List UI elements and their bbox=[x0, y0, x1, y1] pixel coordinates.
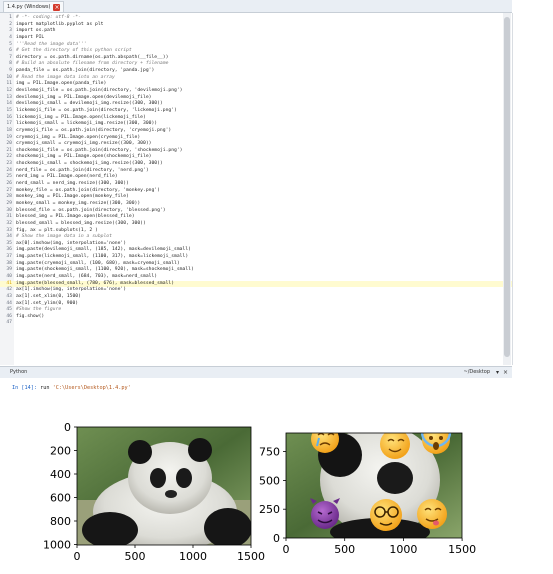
code-line[interactable]: 1 # -*- coding: utf-8 -*- bbox=[0, 15, 512, 22]
tick-label: 400 bbox=[50, 468, 71, 481]
tick-label: 0 bbox=[74, 550, 81, 563]
code-line[interactable]: 17 lickemoji_small = lickemoji_img.resize… bbox=[0, 121, 512, 128]
code-line[interactable]: 20 cryemoji_small = cryemoji_img.resize((… bbox=[0, 141, 512, 148]
code-line[interactable]: 40 img.paste(nerd_small, (684, 703), mask… bbox=[0, 274, 512, 281]
console-prompt-line: In [14]: run 'C:\Users\Desktop\1.4.py' bbox=[12, 385, 131, 391]
code-line[interactable]: 29 monkey_small = monkey_img.resize((300,… bbox=[0, 201, 512, 208]
blessed-emoji-icon bbox=[380, 433, 410, 459]
code-line[interactable]: 23 shockemoji_small = shockemoji_img.resi… bbox=[0, 161, 512, 168]
code-line[interactable]: 28 monkey_img = PIL.Image.open(monkey_fil… bbox=[0, 194, 512, 201]
code-line[interactable]: 39 img.paste(shockemoji_small, (1100, 920… bbox=[0, 267, 512, 274]
code-line[interactable]: 31 blessed_img = PIL.Image.open(blessed_f… bbox=[0, 214, 512, 221]
tick-label: 750 bbox=[259, 446, 280, 459]
code-line[interactable]: 3 import os.path bbox=[0, 28, 512, 35]
console-title: Python bbox=[10, 369, 28, 375]
code-line[interactable]: 26 nerd_small = nerd_img.resize((300, 300… bbox=[0, 181, 512, 188]
tick-label: 250 bbox=[259, 503, 280, 516]
right-subplot bbox=[285, 432, 463, 539]
left-subplot bbox=[76, 426, 252, 546]
tick-label: 800 bbox=[50, 515, 71, 528]
nerd-emoji-icon bbox=[370, 499, 402, 531]
editor-tab[interactable]: 1.4.py (Windows) × bbox=[3, 1, 65, 12]
tick-label: 600 bbox=[50, 492, 71, 505]
code-line[interactable]: 42 ax[1].imshow(img, interpolation='none'… bbox=[0, 287, 512, 294]
tick-label: 0 bbox=[283, 543, 290, 556]
code-line[interactable]: 43 ax[1].set_xlim(0, 1500) bbox=[0, 294, 512, 301]
code-line[interactable]: 44 ax[1].set_ylim(0, 900) bbox=[0, 301, 512, 308]
code-line[interactable]: 37 img.paste(lickemoji_small, (1100, 317)… bbox=[0, 254, 512, 261]
tick-label: 500 bbox=[334, 543, 355, 556]
code-lines: 1 # -*- coding: utf-8 -*- 2 import matplotl… bbox=[0, 15, 512, 327]
console-close-icon[interactable]: × bbox=[503, 367, 508, 378]
right-x-ticks: 0 500 1000 1500 bbox=[283, 538, 476, 556]
shock-emoji-icon bbox=[420, 433, 452, 454]
editor-tab-bar: 1.4.py (Windows) × bbox=[0, 0, 512, 13]
editor-scrollbar-thumb[interactable] bbox=[504, 17, 510, 357]
matplotlib-figure: 0 200 400 600 800 1000 0 500 1000 1500 025050… bbox=[43, 421, 476, 563]
tick-label: 500 bbox=[259, 474, 280, 487]
tick-label: 200 bbox=[50, 445, 71, 458]
code-line[interactable]: 15 lickemoji_file = os.path.join(director… bbox=[0, 108, 512, 115]
code-line[interactable]: 32 blessed_small = blessed_img.resize((30… bbox=[0, 221, 512, 228]
code-editor[interactable]: 1 # -*- coding: utf-8 -*- 2 import matplotl… bbox=[0, 13, 513, 365]
panda-image bbox=[77, 427, 251, 545]
tick-label: 1000 bbox=[43, 539, 71, 552]
code-line[interactable]: 45 #Show the figure bbox=[0, 307, 512, 314]
tick-label: 0 bbox=[273, 532, 280, 545]
panda-with-emojis-image bbox=[286, 433, 462, 538]
editor-tab-title: 1.4.py (Windows) bbox=[7, 4, 51, 10]
code-line[interactable]: 18 cryemoji_file = os.path.join(directory… bbox=[0, 128, 512, 135]
code-line[interactable]: 12 devilemoji_file = os.path.join(directo… bbox=[0, 88, 512, 95]
code-line[interactable]: 14 devilemoji_small = devilemoji_img.resi… bbox=[0, 101, 512, 108]
cry-emoji-icon bbox=[311, 433, 339, 453]
console-location[interactable]: ~/Desktop bbox=[464, 367, 491, 378]
code-line[interactable]: 4 import PIL bbox=[0, 35, 512, 42]
console-command-path: 'C:\Users\Desktop\1.4.py' bbox=[52, 385, 131, 391]
lick-emoji-icon bbox=[417, 499, 447, 529]
line-number: 47 bbox=[6, 320, 12, 326]
code-line[interactable]: 47 bbox=[0, 320, 512, 327]
code-line[interactable]: 2 import matplotlib.pyplot as plt bbox=[0, 22, 512, 29]
console-prompt: In [14]: bbox=[12, 385, 37, 391]
left-y-ticks: 0 200 400 600 800 1000 bbox=[43, 421, 77, 552]
tick-label: 1500 bbox=[448, 543, 476, 556]
tick-label: 500 bbox=[125, 550, 146, 563]
tick-label: 1500 bbox=[237, 550, 265, 563]
tick-label: 1000 bbox=[179, 550, 207, 563]
code-line[interactable]: 34 # Show the image data in a subplot bbox=[0, 234, 512, 241]
console-command: run bbox=[40, 385, 53, 391]
close-tab-icon[interactable]: × bbox=[53, 3, 61, 11]
tick-label: 1000 bbox=[389, 543, 417, 556]
left-x-ticks: 0 500 1000 1500 bbox=[74, 545, 265, 563]
code-line[interactable]: 9 panda_file = os.path.join(directory, 'p… bbox=[0, 68, 512, 75]
console-menu-icon[interactable]: ▾ bbox=[496, 367, 499, 378]
code-line[interactable]: 6 # Get the directory of this python scri… bbox=[0, 48, 512, 55]
tick-label: 0 bbox=[64, 421, 71, 434]
right-y-ticks: 0 250 500 750 bbox=[259, 446, 286, 545]
code-line[interactable]: 46 fig.show() bbox=[0, 314, 512, 321]
